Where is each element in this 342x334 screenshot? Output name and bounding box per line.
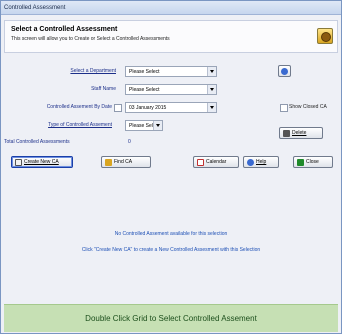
- delete-label: Delete: [292, 130, 307, 136]
- create-ca-button[interactable]: Create New CA: [11, 156, 73, 168]
- date-picker[interactable]: 03 January 2015: [125, 102, 217, 113]
- form-panel: Select a Department Please Select Staff …: [4, 56, 338, 278]
- type-select[interactable]: Please Select: [125, 120, 163, 131]
- find-ca-button[interactable]: Find CA: [101, 156, 151, 168]
- delete-button[interactable]: Delete: [279, 127, 323, 139]
- date-label: Controlled Assement By Date: [46, 104, 112, 110]
- chevron-down-icon[interactable]: [207, 67, 216, 76]
- calendar-label: Calendar: [206, 159, 227, 165]
- trash-icon: [283, 129, 290, 137]
- refresh-button[interactable]: [278, 65, 291, 77]
- date-value: 03 January 2015: [129, 105, 167, 111]
- calendar-button[interactable]: Calendar: [193, 156, 239, 168]
- close-label: Close: [306, 159, 319, 165]
- no-results-message: No Controlled Assement available for thi…: [114, 231, 228, 237]
- department-value: Please Select: [129, 69, 160, 75]
- help-icon: [247, 158, 254, 166]
- controlled-assessment-window: Controlled Assessment Select a Controlle…: [0, 0, 342, 334]
- chevron-down-icon[interactable]: [153, 121, 162, 130]
- find-ca-label: Find CA: [114, 159, 133, 165]
- staff-select[interactable]: Please Select: [125, 84, 217, 95]
- header-title: Select a Controlled Assessment: [11, 26, 118, 33]
- document-icon: [15, 158, 22, 166]
- show-closed-label: Show Closed CA: [289, 104, 327, 110]
- help-label: Help: [256, 159, 267, 165]
- refresh-icon: [281, 67, 288, 75]
- header-panel: Select a Controlled Assessment This scre…: [4, 20, 338, 53]
- header-subtitle: This screen will allow you to Create or …: [11, 36, 170, 42]
- window-title: Controlled Assessment: [1, 1, 341, 15]
- department-select[interactable]: Please Select: [125, 66, 217, 77]
- total-value: 0: [128, 139, 131, 145]
- close-button[interactable]: Close: [293, 156, 333, 168]
- total-label: Total Controlled Assessments: [4, 139, 70, 145]
- staff-value: Please Select: [129, 87, 160, 93]
- show-closed-checkbox[interactable]: [280, 104, 288, 112]
- assessment-icon: [317, 28, 333, 44]
- find-icon: [105, 158, 112, 166]
- calendar-icon: [197, 158, 204, 166]
- chevron-down-icon[interactable]: [207, 85, 216, 94]
- help-button[interactable]: Help: [243, 156, 279, 168]
- back-arrow-icon: [297, 158, 304, 166]
- type-label[interactable]: Type of Controlled Assement: [12, 122, 112, 128]
- chevron-down-icon[interactable]: [207, 103, 216, 112]
- create-ca-label: Create New CA: [24, 159, 59, 165]
- staff-label: Staff Name: [91, 86, 116, 92]
- create-hint-message: Click "Create New CA" to create a New Co…: [81, 247, 261, 253]
- date-checkbox[interactable]: [114, 104, 122, 112]
- grid-instruction-banner: Double Click Grid to Select Controlled A…: [4, 304, 338, 332]
- department-label[interactable]: Select a Department: [44, 68, 116, 74]
